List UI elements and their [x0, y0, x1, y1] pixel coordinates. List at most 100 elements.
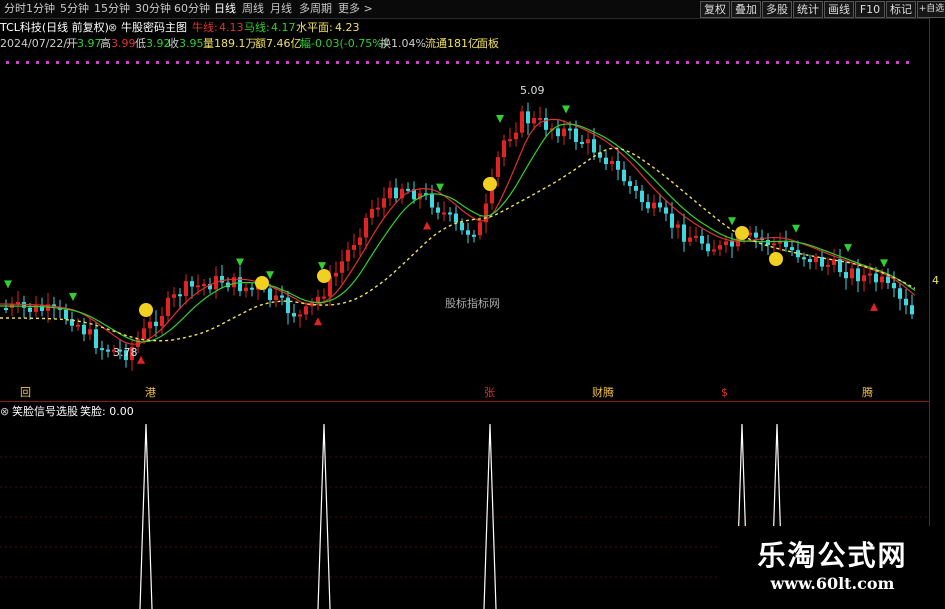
- f10-button[interactable]: F10: [855, 1, 885, 18]
- candle-body: [790, 247, 794, 251]
- indicator-settings-icon[interactable]: ⊗: [108, 21, 117, 34]
- marker-dot: [116, 61, 119, 64]
- candle-body: [634, 186, 638, 191]
- marker-dot: [226, 61, 229, 64]
- period-tab-monthly[interactable]: 月线: [268, 1, 294, 17]
- center-watermark: 股标指标网: [445, 297, 500, 310]
- marker-dot: [546, 61, 549, 64]
- draw-line-button[interactable]: 画线: [824, 1, 854, 18]
- period-tab-multi[interactable]: 多周期: [297, 1, 334, 17]
- marker-dot: [266, 61, 269, 64]
- candle-body: [676, 224, 680, 228]
- candle-body: [472, 234, 476, 237]
- event-tag[interactable]: 张: [484, 386, 495, 399]
- candle-body: [370, 208, 374, 218]
- candle-body: [442, 212, 446, 215]
- sub-indicator-name[interactable]: 笑脸信号选股: [12, 405, 78, 418]
- marker-dot: [616, 61, 619, 64]
- indicator-name[interactable]: 牛股密码主图: [121, 21, 187, 34]
- candle-body: [82, 324, 86, 335]
- candle-body: [88, 329, 92, 335]
- candle-body: [502, 140, 506, 158]
- event-tag[interactable]: 财腾: [592, 386, 614, 399]
- marker-dot: [476, 61, 479, 64]
- candle-body: [706, 243, 710, 252]
- candle-body: [802, 257, 806, 260]
- statistics-button[interactable]: 统计: [793, 1, 823, 18]
- marker-dot: [756, 61, 759, 64]
- candle-body: [862, 275, 866, 282]
- period-tab-60min[interactable]: 60分钟: [172, 1, 212, 17]
- water-level-label: 水平面:: [296, 21, 333, 34]
- open-value: 3.97: [77, 37, 102, 50]
- marker-dot: [26, 61, 29, 64]
- mark-button[interactable]: 标记: [886, 1, 916, 18]
- sell-arrow-icon: [236, 258, 244, 267]
- candle-body: [292, 313, 296, 317]
- candle-body: [184, 281, 188, 296]
- candle-body: [106, 349, 110, 352]
- candle-body: [100, 348, 104, 351]
- candle-body: [592, 139, 596, 153]
- marker-dot: [786, 61, 789, 64]
- sell-arrow-icon: [844, 244, 852, 253]
- period-tab-daily[interactable]: 日线: [212, 1, 238, 17]
- period-tab-5min[interactable]: 5分钟: [58, 1, 91, 17]
- marker-dot: [896, 61, 899, 64]
- period-tab-30min[interactable]: 30分钟: [133, 1, 173, 17]
- ma-line-label: 马线:: [244, 21, 270, 34]
- candle-body: [700, 235, 704, 244]
- candle-body: [856, 268, 860, 282]
- smiley-icon: [483, 177, 497, 191]
- marker-dot: [386, 61, 389, 64]
- restore-button[interactable]: 复权: [700, 1, 730, 18]
- event-tag[interactable]: 腾: [862, 386, 873, 399]
- marker-dot: [416, 61, 419, 64]
- marker-dot: [446, 61, 449, 64]
- candle-body: [766, 240, 770, 246]
- marker-dot: [276, 61, 279, 64]
- period-tab-more[interactable]: 更多 >: [336, 1, 375, 17]
- sell-arrow-icon: [728, 217, 736, 226]
- candle-body: [520, 111, 524, 133]
- change-value: 幅-0.03(-0.75%): [300, 37, 387, 50]
- candle-body: [532, 118, 536, 124]
- candle-body: [496, 157, 500, 177]
- marker-dot: [306, 61, 309, 64]
- candle-body: [892, 283, 896, 289]
- candle-body: [196, 285, 200, 288]
- event-tag[interactable]: 回: [20, 386, 31, 399]
- marker-dot: [66, 61, 69, 64]
- period-tab-15min[interactable]: 15分钟: [92, 1, 132, 17]
- candle-body: [28, 307, 32, 312]
- event-tag[interactable]: 港: [145, 386, 156, 399]
- candle-body: [886, 276, 890, 284]
- pane-divider[interactable]: [0, 401, 930, 402]
- main-chart[interactable]: [0, 18, 930, 401]
- candle-body: [64, 309, 68, 320]
- sell-arrow-icon: [792, 224, 800, 233]
- turnover-value: 换1.04%: [380, 37, 426, 50]
- high-value: 3.99: [111, 37, 136, 50]
- marker-dot: [596, 61, 599, 64]
- stock-title: TCL科技(日线 前复权): [0, 21, 109, 34]
- sub-settings-icon[interactable]: ⊗: [0, 405, 9, 418]
- candle-body: [808, 258, 812, 263]
- event-tag[interactable]: $: [721, 386, 728, 399]
- add-watchlist-button[interactable]: +自选: [917, 1, 945, 18]
- candle-body: [880, 276, 884, 283]
- marker-dot: [836, 61, 839, 64]
- candle-body: [646, 202, 650, 209]
- candle-body: [508, 139, 512, 142]
- volume-value: 量189.1万: [203, 37, 257, 50]
- period-tab-1min[interactable]: 1分钟: [24, 1, 57, 17]
- marker-dot: [396, 61, 399, 64]
- overlay-button[interactable]: 叠加: [731, 1, 761, 18]
- marker-dot: [606, 61, 609, 64]
- marker-dot: [766, 61, 769, 64]
- multi-stock-button[interactable]: 多股: [762, 1, 792, 18]
- marker-dot: [776, 61, 779, 64]
- period-tab-weekly[interactable]: 周线: [240, 1, 266, 17]
- sell-arrow-icon: [266, 271, 274, 280]
- candle-body: [724, 241, 728, 246]
